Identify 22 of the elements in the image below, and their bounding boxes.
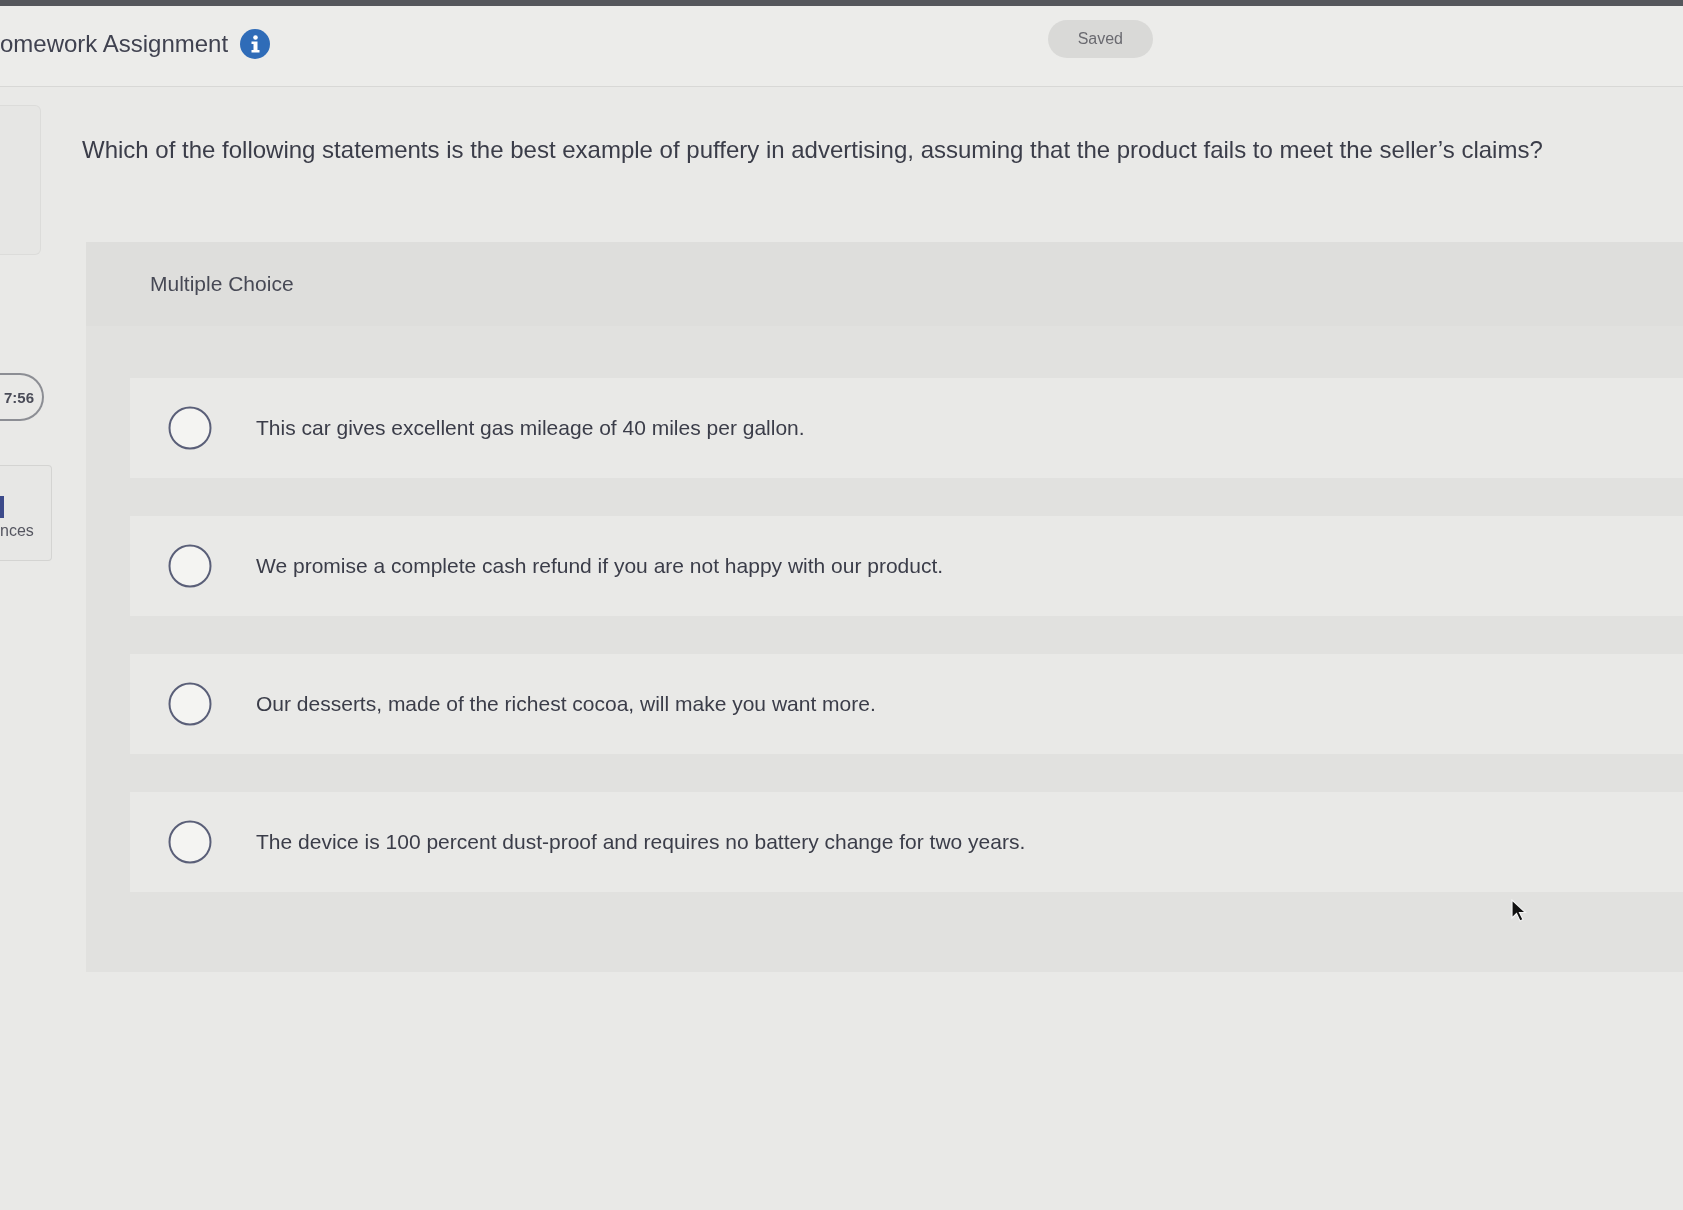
option-text: Our desserts, made of the richest cocoa, will make you want more. xyxy=(256,692,876,716)
radio-button[interactable] xyxy=(168,544,212,588)
question-text: Which of the following statements is the best example of puffery in advertising, assuming that the product fails to meet the seller’s claims? xyxy=(82,136,1544,164)
info-icon[interactable] xyxy=(240,29,271,59)
side-nav-label: nces xyxy=(0,522,34,540)
answer-option[interactable]: The device is 100 percent dust-proof and requires no battery change for two years. xyxy=(130,792,1683,892)
answer-option[interactable]: This car gives excellent gas mileage of 40 miles per gallon. xyxy=(130,378,1683,478)
bar-icon xyxy=(0,496,4,518)
answer-option[interactable]: We promise a complete cash refund if you are not happy with our product. xyxy=(130,516,1683,616)
side-nav-card[interactable]: nces xyxy=(0,465,52,561)
answer-option[interactable]: Our desserts, made of the richest cocoa, will make you want more. xyxy=(130,654,1683,754)
option-text: The device is 100 percent dust-proof and requires no battery change for two years. xyxy=(256,830,1026,854)
option-text: We promise a complete cash refund if you are not happy with our product. xyxy=(256,554,944,578)
radio-button[interactable] xyxy=(168,820,212,864)
assignment-title: omework Assignment xyxy=(0,30,229,58)
option-text: This car gives excellent gas mileage of 40 miles per gallon. xyxy=(256,416,805,440)
timer-display: 7:56 xyxy=(0,373,44,421)
radio-button[interactable] xyxy=(168,406,212,450)
question-type-label: Multiple Choice xyxy=(150,272,294,296)
radio-button[interactable] xyxy=(168,682,212,726)
saved-status: Saved xyxy=(1047,20,1153,58)
mouse-pointer-icon xyxy=(1511,899,1527,923)
